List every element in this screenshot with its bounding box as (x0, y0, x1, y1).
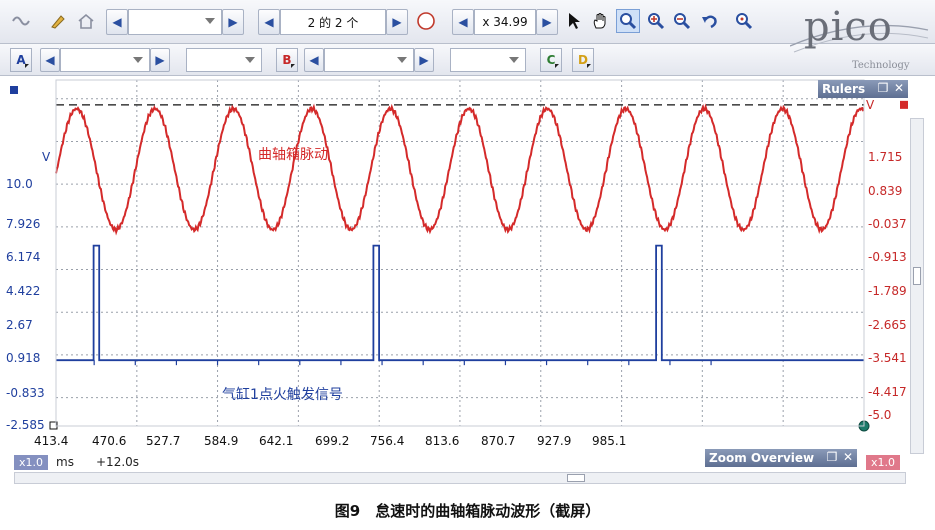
restore-icon[interactable]: ❐ (876, 81, 890, 95)
left-tick-label: 0.918 (6, 351, 41, 365)
channel-a-button[interactable]: A (10, 48, 32, 72)
rulers-panel-title: Rulers (822, 82, 866, 96)
left-tick-label: 4.422 (6, 284, 41, 298)
left-tick-label: -2.585 (6, 418, 45, 432)
channel-b-prev-button[interactable]: ◀ (304, 48, 324, 72)
chevron-down-icon (509, 57, 519, 63)
undo-icon[interactable] (698, 9, 722, 33)
right-tick-label: -5.0 (868, 408, 892, 422)
time-status-bar: x1.0 ms +12.0s (0, 455, 700, 471)
right-tick-label: -4.417 (868, 385, 907, 399)
time-tick-label: 470.6 (92, 434, 127, 448)
pen-icon[interactable] (46, 9, 70, 33)
blue-trace-line (56, 244, 864, 362)
right-tick-label: -3.541 (868, 351, 907, 365)
hand-icon[interactable] (588, 9, 612, 33)
close-icon[interactable]: ✕ (841, 450, 855, 464)
prev-buffer-button[interactable]: ◀ (258, 9, 280, 35)
prev-timebase-button[interactable]: ◀ (106, 9, 128, 35)
channel-d-button[interactable]: D (572, 48, 594, 72)
right-tick-label: -0.913 (868, 250, 907, 264)
channel-b-coupling-combo[interactable] (450, 48, 526, 72)
time-tick-label: 870.7 (481, 434, 516, 448)
zoom-out-icon[interactable] (670, 9, 694, 33)
red-trace-annotation: 曲轴箱脉动 (258, 147, 328, 163)
logo-text: pico (804, 4, 893, 50)
right-tick-label: -1.789 (868, 284, 907, 298)
time-tick-label: 813.6 (425, 434, 460, 448)
time-tick-label: 584.9 (204, 434, 239, 448)
zoom-in-icon[interactable] (644, 9, 668, 33)
right-axis-unit: V (866, 98, 875, 112)
zoom-overview-title: Zoom Overview (709, 451, 815, 465)
pointer-icon[interactable] (562, 9, 586, 33)
channel-b-marker (900, 100, 908, 109)
right-tick-label: -0.037 (868, 217, 907, 231)
time-tick-label: 699.2 (315, 434, 350, 448)
time-tick-label: 527.7 (146, 434, 181, 448)
left-tick-label: 2.67 (6, 318, 33, 332)
time-offset-label: +12.0s (96, 455, 140, 469)
vertical-scrollbar[interactable] (910, 118, 924, 454)
left-axis-unit: V (42, 150, 51, 164)
zoom-overview-header[interactable]: Zoom Overview ❐ ✕ (705, 449, 857, 467)
channel-c-button[interactable]: C (540, 48, 562, 72)
figure-caption: 图9 怠速时的曲轴箱脉动波形（截屏） (334, 502, 601, 520)
time-tick-label: 756.4 (370, 434, 405, 448)
restore-icon[interactable]: ❐ (825, 450, 839, 464)
channel-a-range-combo[interactable] (60, 48, 150, 72)
next-timebase-button[interactable]: ▶ (222, 9, 244, 35)
channel-a-next-button[interactable]: ▶ (150, 48, 170, 72)
time-unit-label: ms (56, 455, 74, 469)
close-icon[interactable]: ✕ (892, 81, 906, 95)
time-tick-label: 927.9 (537, 434, 572, 448)
compass-icon[interactable] (414, 9, 438, 33)
wave-icon[interactable] (10, 9, 34, 33)
chevron-down-icon (205, 18, 215, 24)
chevron-down-icon (245, 57, 255, 63)
blue-trace-annotation: 气缸1点火触发信号 (222, 387, 343, 403)
zoom-next-button[interactable]: ▶ (536, 9, 558, 35)
timebase-combo[interactable] (128, 9, 222, 35)
zoom-display: x 34.99 (474, 9, 536, 35)
left-tick-label: -0.833 (6, 386, 45, 400)
time-tick-label: 985.1 (592, 434, 627, 448)
red-trace-line (55, 103, 865, 236)
chevron-down-icon (397, 57, 407, 63)
left-tick-label: 10.0 (6, 177, 33, 191)
channel-a-prev-button[interactable]: ◀ (40, 48, 60, 72)
scope-view[interactable]: V V 10.0 7.926 6.174 4.422 2.67 0.918 -0… (0, 76, 935, 486)
left-tick-label: 7.926 (6, 217, 41, 231)
time-tick-label: 642.1 (259, 434, 294, 448)
channel-a-coupling-combo[interactable] (186, 48, 262, 72)
right-tick-label: -2.665 (868, 318, 907, 332)
right-tick-label: 1.715 (868, 150, 903, 164)
time-tick-label: 413.4 (34, 434, 69, 448)
channel-a-marker (10, 86, 18, 94)
chevron-down-icon (133, 57, 143, 63)
horizontal-scroll-thumb[interactable] (567, 474, 585, 482)
channel-b-range-combo[interactable] (324, 48, 414, 72)
zoom-select-icon[interactable] (616, 9, 640, 33)
next-buffer-button[interactable]: ▶ (386, 9, 408, 35)
buffer-display: 2 的 2 个 (280, 9, 386, 35)
zoom-prev-button[interactable]: ◀ (452, 9, 474, 35)
right-tick-label: 0.839 (868, 184, 903, 198)
vertical-scroll-thumb[interactable] (913, 267, 921, 285)
left-tick-label: 6.174 (6, 250, 41, 264)
horizontal-scrollbar[interactable] (14, 472, 906, 484)
waveform-plot[interactable] (0, 76, 935, 486)
channel-b-next-button[interactable]: ▶ (414, 48, 434, 72)
logo-tagline: Technology (852, 60, 910, 71)
channel-b-button[interactable]: B (276, 48, 298, 72)
pico-logo: pico Technology (790, 4, 930, 74)
x-scale-badge-right[interactable]: x1.0 (866, 455, 900, 470)
home-icon[interactable] (74, 9, 98, 33)
rulers-panel-header[interactable]: Rulers ❐ ✕ (818, 80, 908, 98)
x-scale-badge-left[interactable]: x1.0 (14, 455, 48, 470)
zoom-fit-icon[interactable] (732, 9, 756, 33)
